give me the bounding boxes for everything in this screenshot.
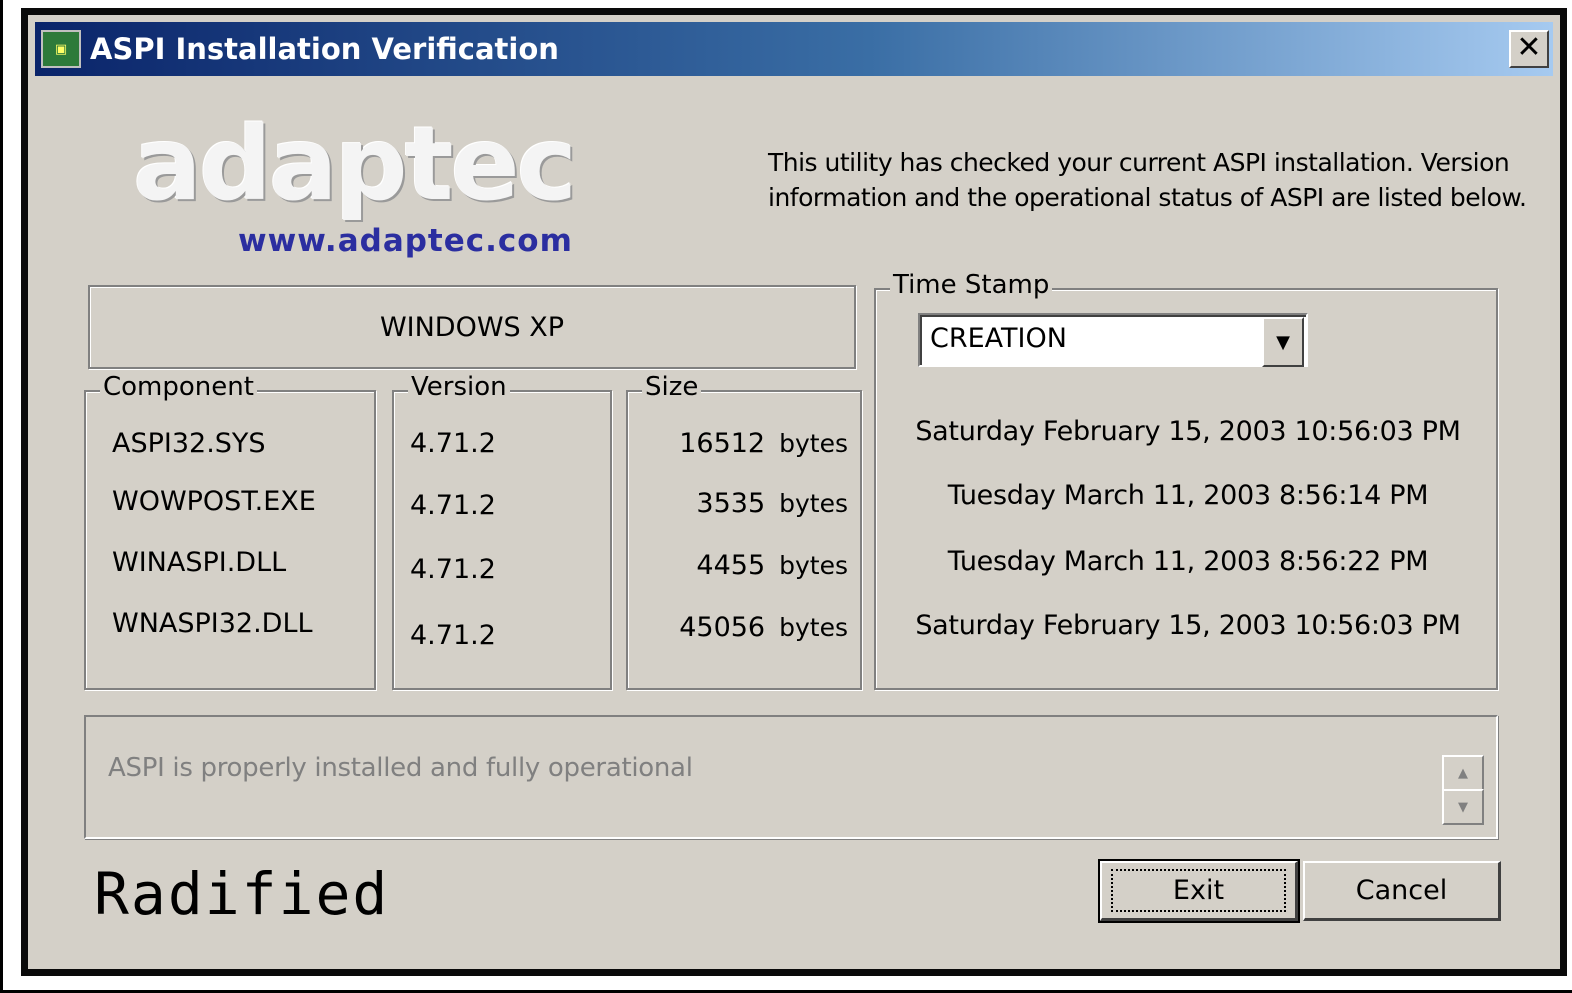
arrow-up-icon: ▲ bbox=[1458, 765, 1468, 781]
scroll-down-button[interactable]: ▼ bbox=[1442, 789, 1484, 825]
os-label-box: WINDOWS XP bbox=[88, 285, 856, 369]
timestamp-cell: Saturday February 15, 2003 10:56:03 PM bbox=[915, 416, 1461, 447]
size-unit: bytes bbox=[779, 429, 848, 458]
intro-text: This utility has checked your current AS… bbox=[768, 148, 1527, 212]
exit-button-label: Exit bbox=[1110, 869, 1287, 912]
status-box: ASPI is properly installed and fully ope… bbox=[84, 715, 1498, 839]
arrow-down-icon: ▼ bbox=[1458, 799, 1468, 815]
component-cell: WOWPOST.EXE bbox=[112, 486, 316, 517]
version-cell: 4.71.2 bbox=[410, 490, 496, 521]
dropdown-button[interactable]: ▼ bbox=[1262, 317, 1304, 367]
chevron-down-icon: ▼ bbox=[1276, 331, 1290, 353]
size-group-label: Size bbox=[642, 372, 702, 402]
size-cell: 3535 bytes bbox=[696, 488, 848, 519]
version-cell: 4.71.2 bbox=[410, 554, 496, 585]
size-value: 45056 bbox=[679, 612, 766, 643]
component-cell: WNASPI32.DLL bbox=[112, 608, 313, 639]
exit-button[interactable]: Exit bbox=[1098, 859, 1300, 923]
title-bar[interactable]: ▣ ASPI Installation Verification ✕ bbox=[35, 22, 1553, 76]
size-cell: 16512 bytes bbox=[679, 428, 848, 459]
size-value: 16512 bbox=[679, 428, 766, 459]
os-label: WINDOWS XP bbox=[379, 311, 565, 343]
size-cell: 45056 bytes bbox=[679, 612, 848, 643]
timestamp-group-label: Time Stamp bbox=[890, 270, 1053, 300]
scroll-up-button[interactable]: ▲ bbox=[1442, 755, 1484, 791]
timestamp-type-select[interactable]: CREATION ▼ bbox=[918, 313, 1308, 367]
version-group-label: Version bbox=[408, 372, 510, 402]
timestamp-type-value: CREATION bbox=[930, 323, 1067, 354]
component-cell: ASPI32.SYS bbox=[112, 428, 266, 459]
timestamp-cell: Tuesday March 11, 2003 8:56:14 PM bbox=[947, 480, 1429, 511]
dialog-window: ▣ ASPI Installation Verification ✕ adapt… bbox=[21, 8, 1567, 976]
version-group: Version 4.71.2 4.71.2 4.71.2 4.71.2 bbox=[392, 372, 612, 690]
close-icon: ✕ bbox=[1516, 30, 1542, 65]
size-cell: 4455 bytes bbox=[696, 550, 848, 581]
size-group: Size 16512 bytes 3535 bytes 4455 bytes 4505… bbox=[626, 372, 862, 690]
size-value: 4455 bbox=[696, 550, 766, 581]
timestamp-cell: Saturday February 15, 2003 10:56:03 PM bbox=[915, 610, 1461, 641]
size-unit: bytes bbox=[779, 489, 848, 518]
size-value: 3535 bbox=[696, 488, 766, 519]
cancel-button[interactable]: Cancel bbox=[1303, 861, 1501, 921]
close-button[interactable]: ✕ bbox=[1509, 30, 1549, 68]
component-group: Component ASPI32.SYS WOWPOST.EXE WINASPI… bbox=[84, 372, 376, 690]
size-unit: bytes bbox=[779, 551, 848, 580]
cancel-button-label: Cancel bbox=[1355, 875, 1448, 906]
size-unit: bytes bbox=[779, 613, 848, 642]
app-icon: ▣ bbox=[41, 30, 81, 68]
component-cell: WINASPI.DLL bbox=[112, 547, 287, 578]
window-title: ASPI Installation Verification bbox=[90, 32, 559, 66]
version-cell: 4.71.2 bbox=[410, 620, 496, 651]
radified-watermark: Radified bbox=[94, 860, 390, 928]
page-edge-left bbox=[0, 0, 3, 993]
version-cell: 4.71.2 bbox=[410, 428, 496, 459]
adaptec-logo: adaptec bbox=[133, 105, 577, 224]
status-text: ASPI is properly installed and fully ope… bbox=[108, 753, 693, 783]
timestamp-cell: Tuesday March 11, 2003 8:56:22 PM bbox=[947, 546, 1429, 577]
component-group-label: Component bbox=[100, 372, 257, 402]
adaptec-url: www.adaptec.com bbox=[238, 223, 573, 259]
